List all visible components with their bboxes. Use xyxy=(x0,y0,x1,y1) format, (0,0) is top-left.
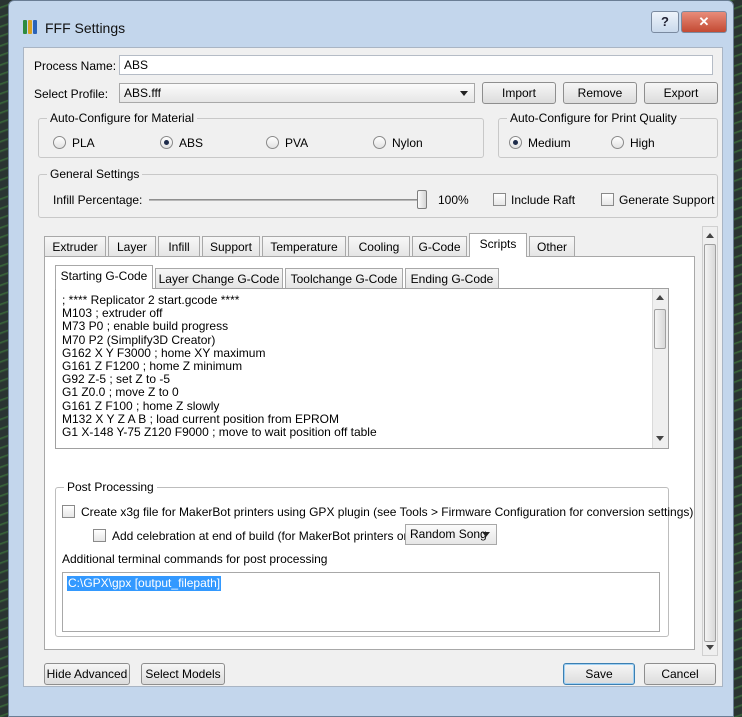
generate-support-checkbox[interactable] xyxy=(601,193,614,206)
gcode-scrollbar[interactable] xyxy=(652,289,668,448)
scroll-down-icon[interactable] xyxy=(656,436,664,441)
close-button[interactable]: ✕ xyxy=(681,11,727,33)
title-bar[interactable]: FFF Settings ? ✕ xyxy=(9,1,733,47)
medium-radio[interactable] xyxy=(509,136,522,149)
add-celebration-label: Add celebration at end of build (for Mak… xyxy=(112,529,423,543)
remove-button[interactable]: Remove xyxy=(563,82,637,104)
pla-radio[interactable] xyxy=(53,136,66,149)
abs-radio[interactable] xyxy=(160,136,173,149)
dialog-body: Process Name: ABS Select Profile: ABS.ff… xyxy=(23,47,723,687)
gcode-line: G162 X Y F3000 ; home XY maximum xyxy=(62,345,266,360)
subtab-ending-g-code[interactable]: Ending G-Code xyxy=(405,268,499,289)
tab-support[interactable]: Support xyxy=(202,236,260,257)
high-radio[interactable] xyxy=(611,136,624,149)
process-name-input[interactable]: ABS xyxy=(119,55,713,75)
chevron-down-icon xyxy=(482,532,490,537)
select-profile-label: Select Profile: xyxy=(34,87,109,101)
tab-infill[interactable]: Infill xyxy=(158,236,200,257)
pla-radio-label: PLA xyxy=(72,136,95,150)
simplify3d-app-icon xyxy=(23,19,39,35)
tab-other[interactable]: Other xyxy=(529,236,575,257)
pva-radio[interactable] xyxy=(266,136,279,149)
chevron-down-icon xyxy=(460,91,468,96)
profile-select-value: ABS.fff xyxy=(124,86,161,100)
terminal-commands-text: C:\GPX\gpx [output_filepath] xyxy=(67,576,222,591)
infill-percentage-label: Infill Percentage: xyxy=(53,193,143,207)
nylon-radio[interactable] xyxy=(373,136,386,149)
subtab-starting-g-code[interactable]: Starting G-Code xyxy=(55,265,153,289)
gcode-line: G1 Z0.0 ; move Z to 0 xyxy=(62,385,179,400)
tab-layer[interactable]: Layer xyxy=(108,236,156,257)
include-raft-checkbox[interactable] xyxy=(493,193,506,206)
general-settings-group: General Settings Infill Percentage: 100%… xyxy=(38,167,718,218)
post-processing-group: Post Processing Create x3g file for Make… xyxy=(55,480,693,637)
subtab-layer-change-g-code[interactable]: Layer Change G-Code xyxy=(155,268,283,289)
pva-radio-label: PVA xyxy=(285,136,309,150)
scroll-down-icon[interactable] xyxy=(706,645,714,650)
window-title: FFF Settings xyxy=(45,20,126,36)
hide-advanced-button[interactable]: Hide Advanced xyxy=(44,663,130,685)
import-button[interactable]: Import xyxy=(482,82,556,104)
gcode-line: M132 X Y Z A B ; load current position f… xyxy=(62,411,340,426)
cancel-button[interactable]: Cancel xyxy=(644,663,716,685)
infill-slider-handle[interactable] xyxy=(417,190,427,209)
terminal-commands-label: Additional terminal commands for post pr… xyxy=(62,552,328,566)
gcode-line: G92 Z-5 ; set Z to -5 xyxy=(62,372,171,387)
process-name-label: Process Name: xyxy=(34,59,117,73)
settings-scroll-thumb[interactable] xyxy=(704,244,716,642)
gcode-line: ; **** Replicator 2 start.gcode **** xyxy=(62,293,240,307)
post-processing-title: Post Processing xyxy=(64,480,157,494)
settings-scrollbar[interactable] xyxy=(702,226,718,656)
medium-radio-label: Medium xyxy=(528,136,571,150)
generate-support-label: Generate Support xyxy=(619,193,715,207)
settings-window: FFF Settings ? ✕ Process Name: ABS Selec… xyxy=(8,0,734,717)
scroll-up-icon[interactable] xyxy=(706,233,714,238)
tab-g-code[interactable]: G-Code xyxy=(412,236,467,257)
export-button[interactable]: Export xyxy=(644,82,718,104)
create-x3g-checkbox[interactable] xyxy=(62,505,75,518)
tab-scripts[interactable]: Scripts xyxy=(469,233,527,257)
starting-gcode-editor[interactable]: ; **** Replicator 2 start.gcode **** M103… xyxy=(55,288,669,449)
quality-group-title: Auto-Configure for Print Quality xyxy=(507,111,680,125)
general-settings-title: General Settings xyxy=(47,167,143,181)
song-select[interactable]: Random Song xyxy=(405,524,497,545)
settings-tab-bar: Extruder Layer Infill Support Temperature Coo… xyxy=(44,233,704,257)
gcode-line: M73 P0 ; enable build progress xyxy=(62,319,229,334)
nylon-radio-label: Nylon xyxy=(392,136,423,150)
terminal-commands-input[interactable]: C:\GPX\gpx [output_filepath] xyxy=(62,572,660,632)
material-group: Auto-Configure for Material PLA ABS PVA … xyxy=(38,111,484,158)
scripts-tab-pane: Starting G-Code Layer Change G-Code Toolch… xyxy=(44,256,695,650)
scroll-up-icon[interactable] xyxy=(656,295,664,300)
infill-percentage-value: 100% xyxy=(438,193,469,207)
create-x3g-label: Create x3g file for MakerBot printers us… xyxy=(81,505,694,519)
song-select-value: Random Song xyxy=(410,527,487,541)
gcode-line: M103 ; extruder off xyxy=(62,306,163,321)
save-button[interactable]: Save xyxy=(563,663,635,685)
tab-cooling[interactable]: Cooling xyxy=(348,236,410,257)
scripts-subtab-bar: Starting G-Code Layer Change G-Code Toolch… xyxy=(55,265,655,289)
quality-group: Auto-Configure for Print Quality Medium … xyxy=(498,111,718,158)
gcode-line: G1 X-148 Y-75 Z120 F9000 ; move to wait … xyxy=(62,425,377,439)
gcode-line: M70 P2 (Simplify3D Creator) xyxy=(62,332,216,347)
gcode-scroll-thumb[interactable] xyxy=(654,309,666,349)
tab-temperature[interactable]: Temperature xyxy=(262,236,346,257)
gcode-line: G161 Z F100 ; home Z slowly xyxy=(62,398,220,413)
select-models-button[interactable]: Select Models xyxy=(141,663,225,685)
tab-extruder[interactable]: Extruder xyxy=(44,236,106,257)
infill-slider-track[interactable] xyxy=(149,199,427,201)
profile-select[interactable]: ABS.fff xyxy=(119,83,475,103)
high-radio-label: High xyxy=(630,136,655,150)
include-raft-label: Include Raft xyxy=(511,193,576,207)
gcode-line: G161 Z F1200 ; home Z minimum xyxy=(62,359,243,373)
subtab-toolchange-g-code[interactable]: Toolchange G-Code xyxy=(285,268,403,289)
add-celebration-checkbox[interactable] xyxy=(93,529,106,542)
material-group-title: Auto-Configure for Material xyxy=(47,111,198,125)
abs-radio-label: ABS xyxy=(179,136,204,150)
help-button[interactable]: ? xyxy=(651,11,679,33)
